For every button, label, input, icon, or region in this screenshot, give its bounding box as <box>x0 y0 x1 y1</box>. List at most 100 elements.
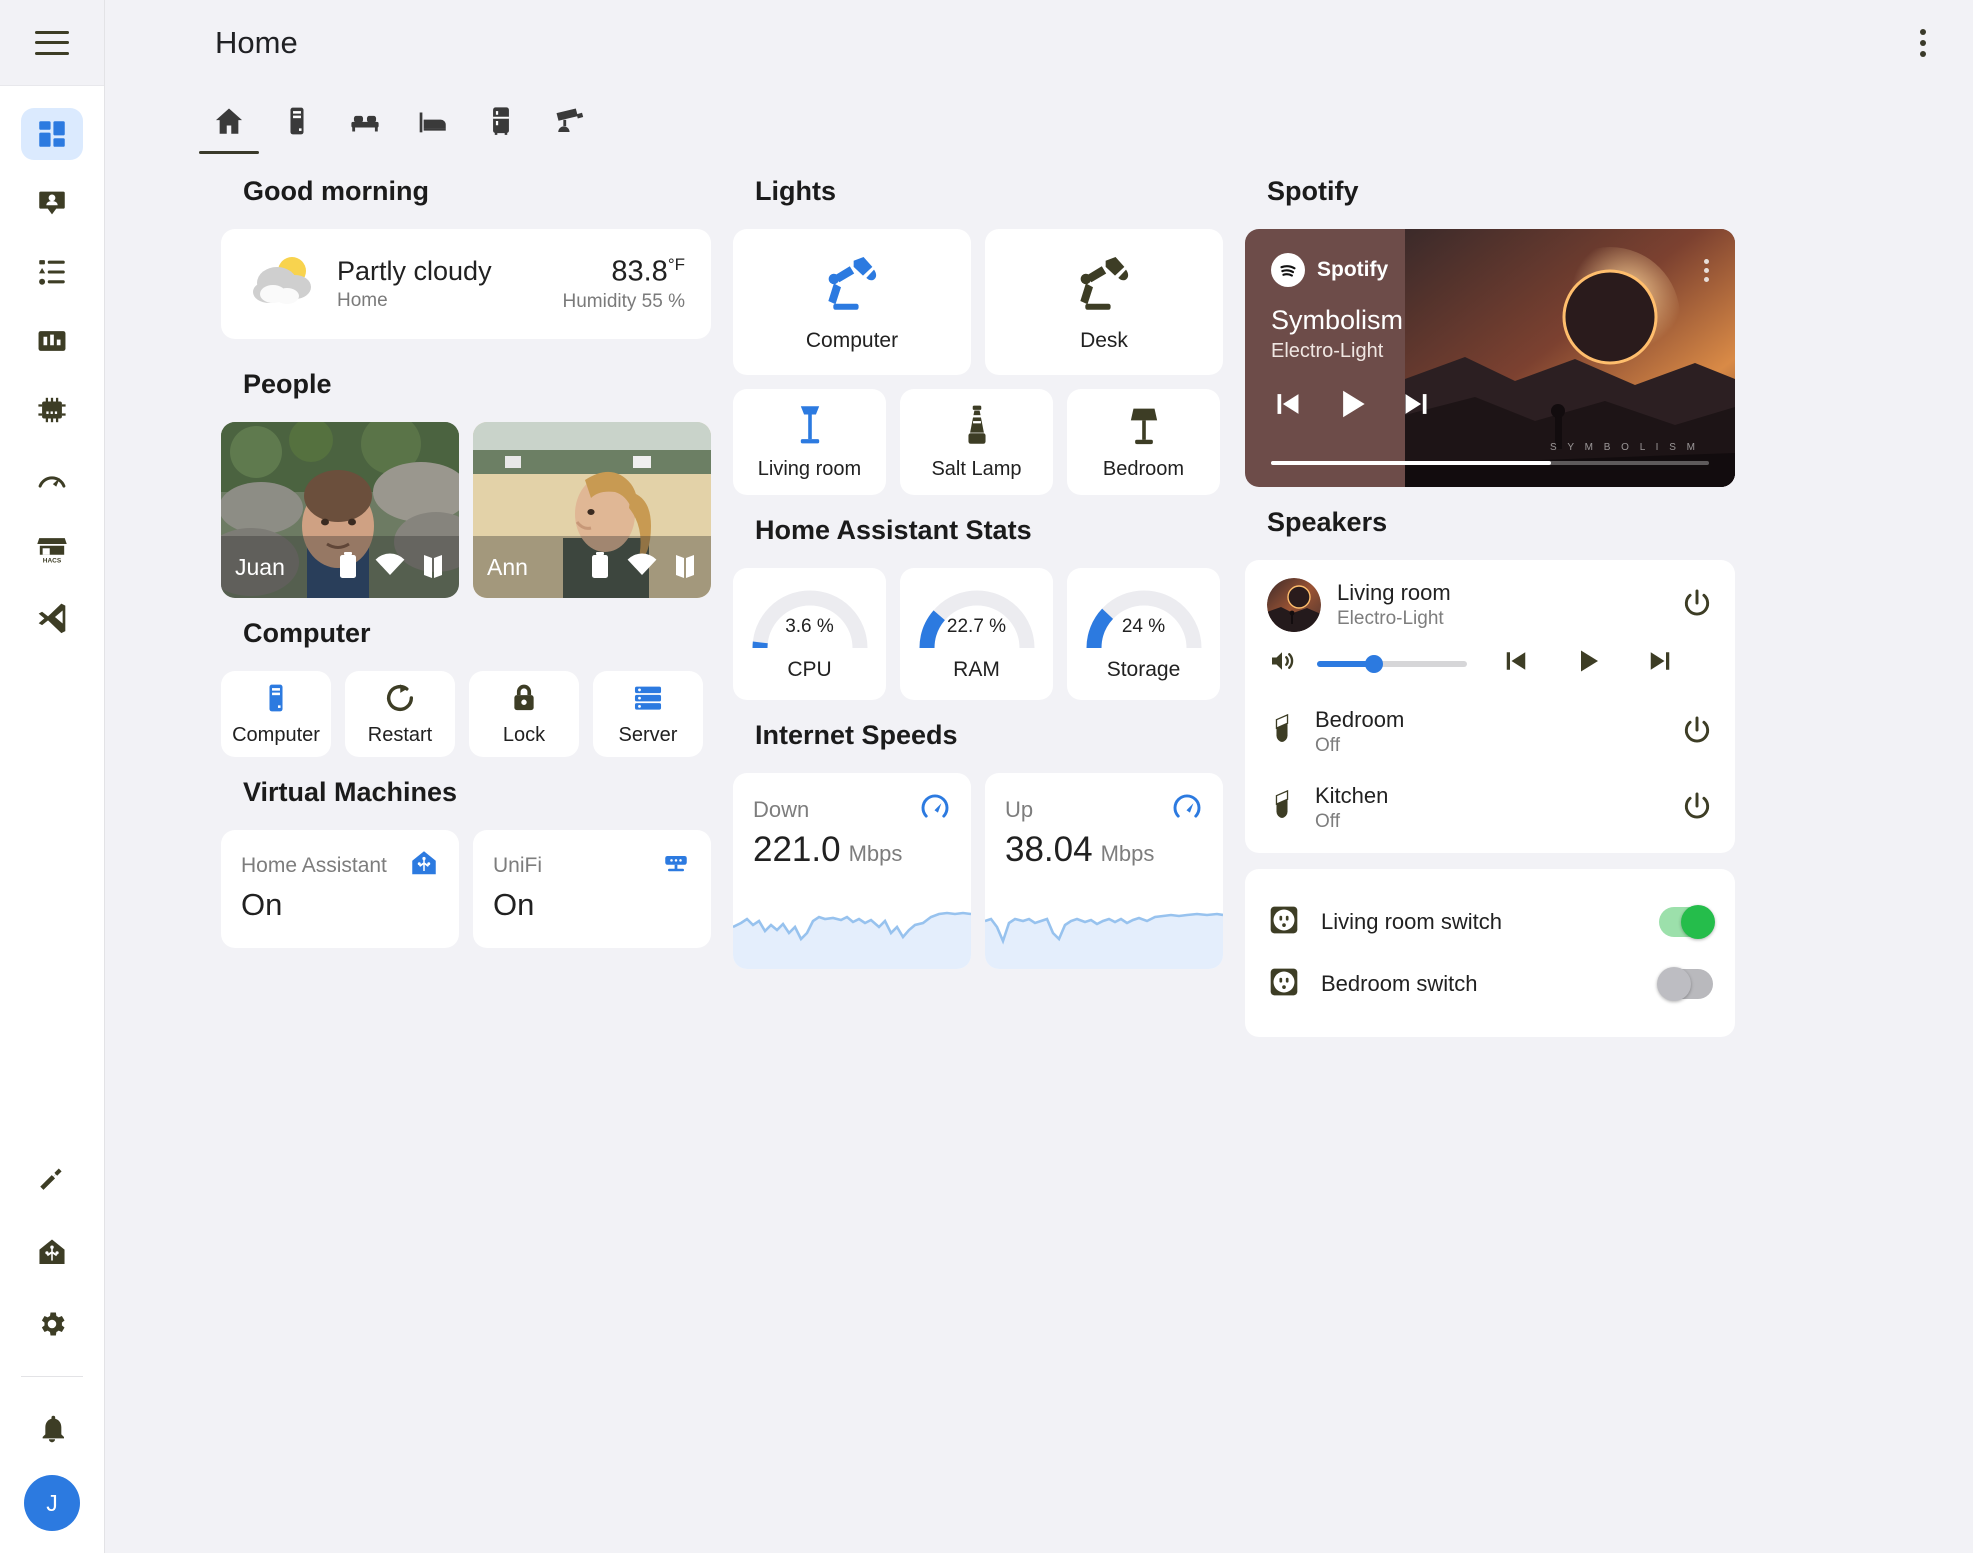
light-card-desk[interactable]: Desk <box>985 229 1223 375</box>
lights-large-row: Computer Desk <box>733 229 1223 375</box>
play-icon[interactable] <box>1573 646 1603 681</box>
gauge-card-cpu[interactable]: 3.6 % CPU <box>733 568 886 700</box>
sidebar-item-logbook[interactable] <box>21 246 83 298</box>
person-name: Ann <box>487 554 528 581</box>
vm-card-unifi[interactable]: UniFi On <box>473 830 711 948</box>
next-icon[interactable] <box>1399 387 1433 426</box>
person-status-icons <box>589 551 697 584</box>
spotify-content: Spotify Symbolism Electro-Light S Y M B … <box>1245 229 1735 487</box>
switches-card: Living room switch Bedroom switch <box>1245 869 1735 1037</box>
button-server[interactable]: Server <box>593 671 703 757</box>
hammer-icon <box>36 1164 68 1196</box>
previous-icon[interactable] <box>1501 646 1531 681</box>
button-lock[interactable]: Lock <box>469 671 579 757</box>
weather-card[interactable]: Partly cloudy Home 83.8°F Humidity 55 % <box>221 229 711 339</box>
light-card-bedroom[interactable]: Bedroom <box>1067 389 1220 495</box>
spotify-overflow-icon[interactable] <box>1704 259 1709 282</box>
button-restart[interactable]: Restart <box>345 671 455 757</box>
home-icon <box>212 104 246 143</box>
hamburger-menu-icon[interactable] <box>35 31 69 55</box>
sidebar-item-history[interactable] <box>21 315 83 367</box>
spotify-player-card[interactable]: Spotify Symbolism Electro-Light S Y M B … <box>1245 229 1735 487</box>
tab-living-room[interactable] <box>331 92 399 154</box>
sidebar-item-map-person[interactable] <box>21 177 83 229</box>
light-card-computer[interactable]: Computer <box>733 229 971 375</box>
switch-row-living-room[interactable]: Living room switch <box>1267 891 1713 953</box>
light-card-living-room[interactable]: Living room <box>733 389 886 495</box>
overflow-menu-icon[interactable] <box>1901 21 1945 65</box>
switch-label: Bedroom switch <box>1321 971 1478 997</box>
switch-row-bedroom[interactable]: Bedroom switch <box>1267 953 1713 1015</box>
sidebar-item-esphome[interactable] <box>21 384 83 436</box>
floor-lamp-icon <box>790 403 830 454</box>
power-icon[interactable] <box>1681 790 1713 827</box>
speed-card-down[interactable]: Down 221.0 Mbps <box>733 773 971 969</box>
speed-card-up[interactable]: Up 38.04 Mbps <box>985 773 1223 969</box>
tab-kitchen[interactable] <box>467 92 535 154</box>
speaker-now-playing[interactable]: Living room Electro-Light <box>1267 578 1713 632</box>
light-label: Desk <box>1080 329 1128 353</box>
wifi-icon <box>375 553 405 582</box>
power-icon[interactable] <box>1681 714 1713 751</box>
people-title: People <box>243 369 711 400</box>
gauge-card-storage[interactable]: 24 % Storage <box>1067 568 1220 700</box>
speaker-state: Off <box>1315 735 1404 757</box>
spotify-progress-bar[interactable] <box>1271 461 1709 465</box>
tab-computer[interactable] <box>263 92 331 154</box>
speaker-row-bedroom[interactable]: Bedroom Off <box>1267 707 1713 757</box>
album-watermark: S Y M B O L I S M <box>1550 442 1699 453</box>
list-icon <box>35 255 69 289</box>
sidebar-item-hacs[interactable]: HACS <box>21 522 83 574</box>
person-card-ann[interactable]: Ann <box>473 422 711 598</box>
speed-value: 38.04 <box>1005 830 1093 870</box>
light-card-salt-lamp[interactable]: Salt Lamp <box>900 389 1053 495</box>
computer-buttons: Computer Restart Lock Server <box>221 671 711 757</box>
sidebar-item-notifications[interactable] <box>21 1403 83 1455</box>
sidebar-item-supervisor[interactable] <box>21 1226 83 1278</box>
gauge-value: 22.7 % <box>917 616 1037 638</box>
vscode-icon <box>35 600 69 634</box>
avatar[interactable]: J <box>24 1475 80 1531</box>
sidebar-item-energy[interactable] <box>21 453 83 505</box>
switch-toggle[interactable] <box>1659 907 1713 937</box>
sidebar-item-developer-tools[interactable] <box>21 1154 83 1206</box>
partly-cloudy-icon <box>247 252 321 316</box>
internet-cards: Down 221.0 Mbps <box>733 773 1223 969</box>
tab-bedroom[interactable] <box>399 92 467 154</box>
light-label: Salt Lamp <box>931 458 1021 481</box>
cctv-icon <box>552 104 586 143</box>
map-icon <box>673 552 697 583</box>
light-label: Bedroom <box>1103 458 1184 481</box>
spotify-artist: Electro-Light <box>1271 340 1709 363</box>
gauge-value: 3.6 % <box>750 616 870 638</box>
sidebar-item-settings[interactable] <box>21 1298 83 1350</box>
button-computer[interactable]: Computer <box>221 671 331 757</box>
sidebar-item-overview[interactable] <box>21 108 83 160</box>
volume-slider[interactable] <box>1317 661 1467 667</box>
tab-home[interactable] <box>195 92 263 154</box>
speed-value-row: 221.0 Mbps <box>733 828 971 870</box>
speed-header: Down <box>733 773 971 828</box>
previous-icon[interactable] <box>1271 387 1305 426</box>
tab-cameras[interactable] <box>535 92 603 154</box>
unifi-icon <box>661 848 691 883</box>
gauge-card-ram[interactable]: 22.7 % RAM <box>900 568 1053 700</box>
gauge-label: RAM <box>953 658 1000 682</box>
person-name: Juan <box>235 554 285 581</box>
vm-card-home-assistant[interactable]: Home Assistant On <box>221 830 459 948</box>
play-icon[interactable] <box>1333 385 1371 428</box>
main-area: Home <box>105 0 1973 1553</box>
volume-icon[interactable] <box>1267 646 1297 681</box>
vm-state: On <box>241 887 439 923</box>
speakers-card: Living room Electro-Light <box>1245 560 1735 853</box>
fridge-icon <box>484 104 518 143</box>
person-card-juan[interactable]: Juan <box>221 422 459 598</box>
sidebar-item-vscode[interactable] <box>21 591 83 643</box>
desktop-tower-icon <box>259 681 293 720</box>
column-right: Spotify <box>1245 176 1735 1037</box>
speaker-row-kitchen[interactable]: Kitchen Off <box>1267 783 1713 833</box>
switch-toggle[interactable] <box>1659 969 1713 999</box>
next-icon[interactable] <box>1645 646 1675 681</box>
power-icon[interactable] <box>1681 587 1713 624</box>
person-status-icons <box>337 551 445 584</box>
